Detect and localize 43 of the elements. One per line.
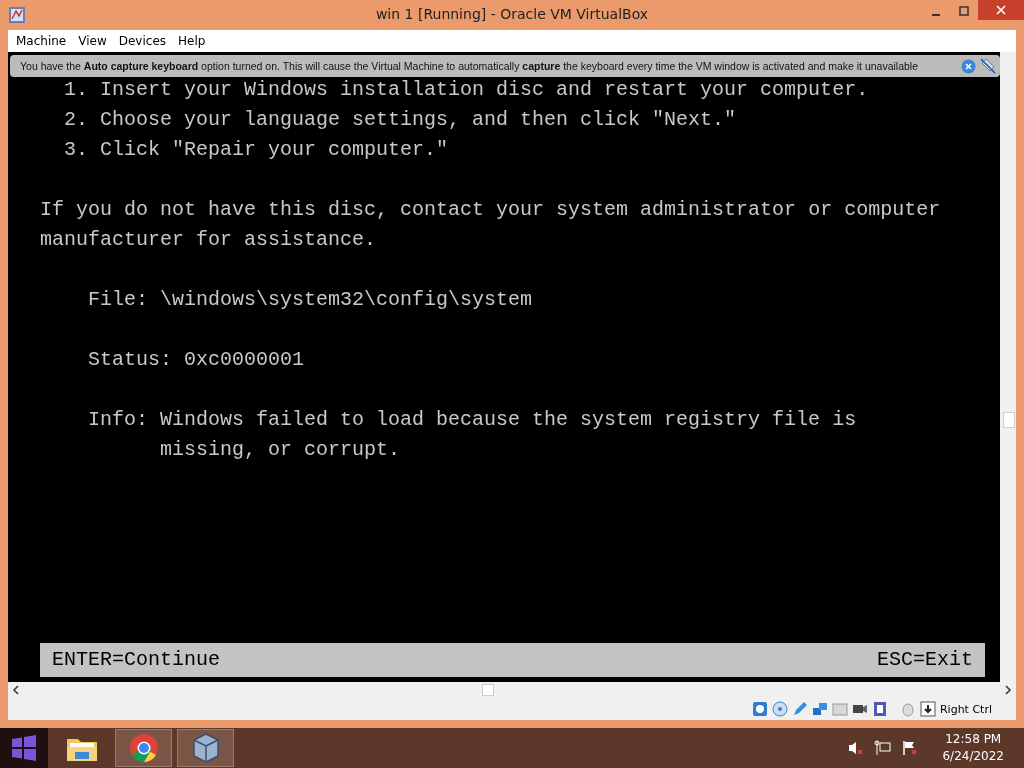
field-label: Info: bbox=[88, 407, 148, 433]
taskbar-app-button[interactable] bbox=[115, 729, 172, 767]
window-title: win 1 [Running] - Oracle VM VirtualBox bbox=[374, 6, 650, 22]
flag-icon[interactable] bbox=[902, 740, 919, 756]
field-value: \windows\system32\config\system bbox=[160, 287, 534, 313]
console-text: 3. Click "Repair your computer." bbox=[63, 137, 449, 163]
key-hint: ESC=Exit bbox=[877, 647, 973, 673]
close-icon[interactable] bbox=[961, 58, 976, 74]
maximize-icon bbox=[959, 6, 969, 16]
field-label: Status: bbox=[88, 347, 172, 373]
chrome-icon bbox=[128, 733, 159, 763]
speaker-muted-icon[interactable] bbox=[848, 740, 865, 756]
menu-item[interactable]: Machine bbox=[10, 34, 73, 48]
field-value: 0xc0000001 bbox=[184, 347, 306, 373]
pen-icon[interactable] bbox=[791, 701, 808, 717]
key-hint: ENTER=Continue bbox=[52, 647, 221, 673]
scrollbar-thumb[interactable] bbox=[1003, 412, 1015, 428]
minimize-icon bbox=[932, 14, 940, 16]
menu-item[interactable]: Help bbox=[172, 34, 212, 48]
field-value: Windows failed to load because the system registry file is missing, or corrupt. bbox=[160, 407, 858, 463]
cube-icon bbox=[191, 732, 220, 764]
chip-icon[interactable] bbox=[871, 701, 888, 717]
network-icon[interactable] bbox=[811, 701, 828, 717]
clock-date: 6/24/2022 bbox=[942, 748, 1004, 765]
optical-disc-icon[interactable] bbox=[771, 701, 788, 717]
horizontal-scrollbar[interactable] bbox=[8, 682, 1016, 698]
menu-item[interactable]: Devices bbox=[112, 34, 172, 48]
field-label: File: bbox=[88, 287, 148, 313]
app-icon bbox=[8, 6, 26, 24]
host-key-label: Right Ctrl bbox=[939, 702, 992, 716]
notification-text: You have the Auto capture keyboard option turned on. This will cause the Virtual Machine to automatically capture the keyboard every time the VM window is activated and make it unavailable bbox=[20, 60, 920, 72]
close-icon bbox=[996, 5, 1006, 15]
vertical-scrollbar[interactable] bbox=[1000, 52, 1016, 682]
scrollbar-thumb[interactable] bbox=[482, 684, 494, 696]
close-button[interactable] bbox=[978, 0, 1024, 20]
clock-time: 12:58 PM bbox=[945, 731, 1002, 748]
network-icon[interactable] bbox=[874, 740, 893, 756]
windows-logo-icon bbox=[11, 735, 37, 761]
console-text: 2. Choose your language settings, and then click "Next." bbox=[63, 107, 737, 133]
start-button[interactable] bbox=[0, 728, 48, 768]
console-text: If you do not have this disc, contact your system administrator or computer manufacturer for assistance. bbox=[40, 197, 941, 253]
menu-item[interactable]: View bbox=[72, 34, 113, 48]
console-text: 1. Insert your Windows installation disc and restart your computer. bbox=[63, 77, 869, 103]
